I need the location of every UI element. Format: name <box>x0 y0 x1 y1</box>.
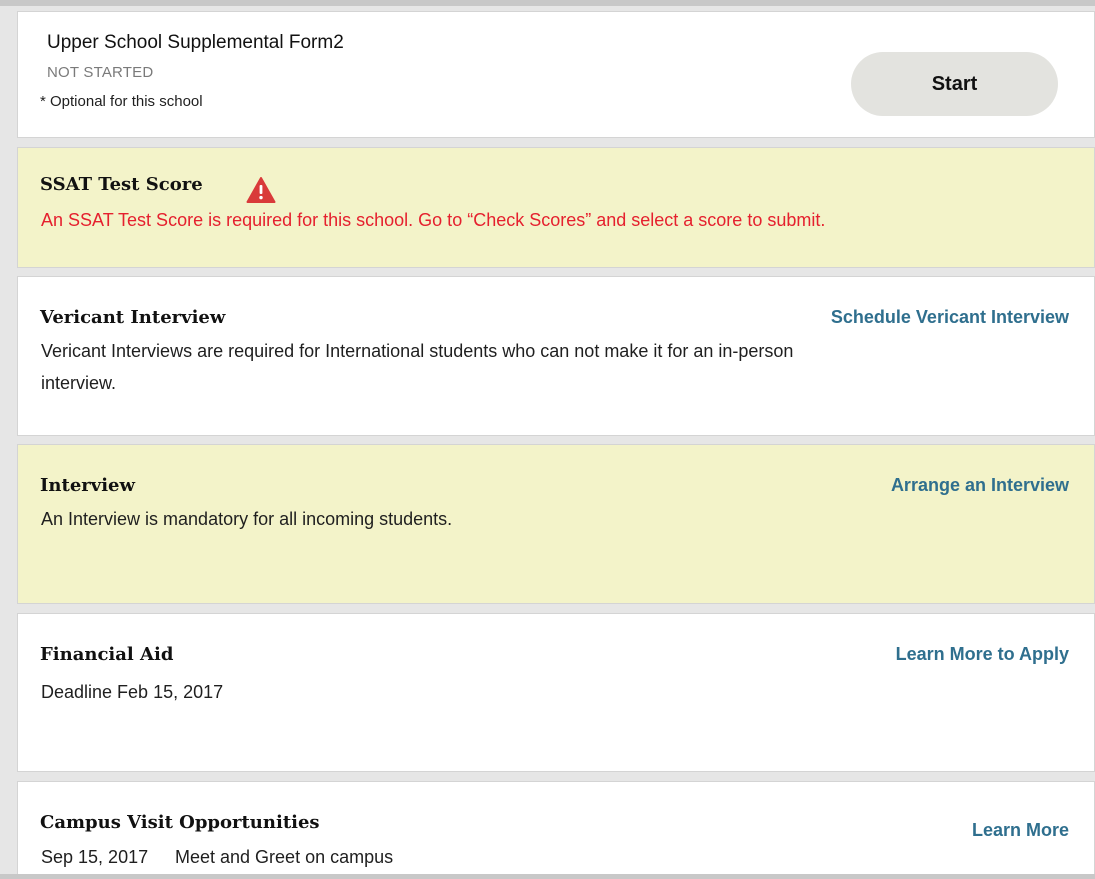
learn-more-to-apply-link[interactable]: Learn More to Apply <box>896 644 1069 665</box>
form-status: NOT STARTED <box>47 64 154 81</box>
ssat-warning-text: An SSAT Test Score is required for this … <box>41 210 826 230</box>
interview-description: An Interview is mandatory for all incomi… <box>41 509 453 529</box>
vericant-card: Vericant Interview Schedule Vericant Int… <box>17 276 1095 436</box>
form-title: Upper School Supplemental Form2 <box>47 32 344 53</box>
warning-icon <box>246 177 276 203</box>
financial-aid-card: Financial Aid Learn More to Apply Deadli… <box>17 613 1095 772</box>
start-button[interactable]: Start <box>851 52 1058 116</box>
optional-note: * Optional for this school <box>40 93 203 110</box>
schedule-vericant-link[interactable]: Schedule Vericant Interview <box>831 307 1069 328</box>
financial-aid-deadline: Deadline Feb 15, 2017 <box>41 682 224 702</box>
arrange-interview-link[interactable]: Arrange an Interview <box>891 475 1069 496</box>
campus-visit-date: Sep 15, 2017 <box>41 847 149 867</box>
ssat-card: SSAT Test Score An SSAT Test Score is re… <box>17 147 1095 268</box>
vericant-description: Vericant Interviews are required for Int… <box>41 341 794 393</box>
supplemental-form-card: Upper School Supplemental Form2 NOT STAR… <box>17 11 1095 138</box>
bottom-border <box>0 874 1095 879</box>
financial-aid-title: Financial Aid <box>40 644 174 665</box>
campus-visit-card: Campus Visit Opportunities Learn More Se… <box>17 781 1095 879</box>
vericant-title: Vericant Interview <box>40 307 226 328</box>
campus-visit-title: Campus Visit Opportunities <box>40 812 320 833</box>
learn-more-link[interactable]: Learn More <box>972 820 1069 841</box>
interview-title: Interview <box>40 475 136 496</box>
ssat-title: SSAT Test Score <box>40 174 203 195</box>
campus-visit-event: Meet and Greet on campus <box>175 847 394 867</box>
interview-card: Interview Arrange an Interview An Interv… <box>17 444 1095 604</box>
